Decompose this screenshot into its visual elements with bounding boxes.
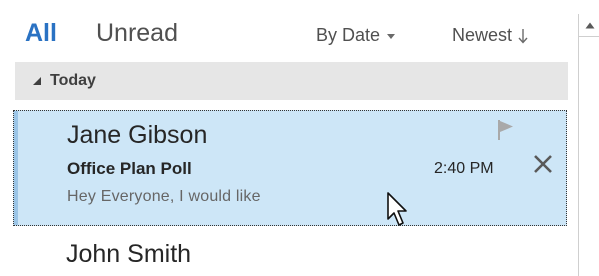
message-time: 2:40 PM [434,160,494,177]
triangle-collapse-icon[interactable] [33,77,41,85]
message-list-pane: All Unread By Date Newest Today Jane Gib… [0,0,568,276]
mouse-pointer-icon [387,192,407,226]
close-icon[interactable] [533,154,553,174]
scroll-up-icon[interactable] [579,14,599,37]
filter-all-tab[interactable]: All [25,19,57,48]
caret-down-icon [387,34,396,39]
selection-accent-bar [14,111,18,225]
filter-unread-tab[interactable]: Unread [96,19,178,48]
group-header-today[interactable]: Today [15,62,568,100]
caret-up-icon [585,22,594,28]
sort-order-label: Newest [452,25,513,45]
filter-bar: All Unread By Date Newest [0,0,568,60]
message-item-selected[interactable]: Jane Gibson Office Plan Poll Hey Everyon… [13,110,567,226]
vertical-scrollbar[interactable] [578,14,599,276]
flag-icon[interactable] [497,119,515,141]
sort-order-toggle[interactable]: Newest [452,25,528,46]
group-header-label: Today [50,72,96,89]
message-subject: Office Plan Poll [67,159,192,178]
message-item[interactable]: John Smith [15,228,568,276]
arrow-down-icon [518,28,528,44]
message-preview: Hey Everyone, I would like [67,188,261,205]
message-sender: Jane Gibson [67,121,208,149]
message-sender: John Smith [66,240,192,268]
sort-by-dropdown[interactable]: By Date [316,25,396,46]
sort-by-label: By Date [316,25,381,45]
